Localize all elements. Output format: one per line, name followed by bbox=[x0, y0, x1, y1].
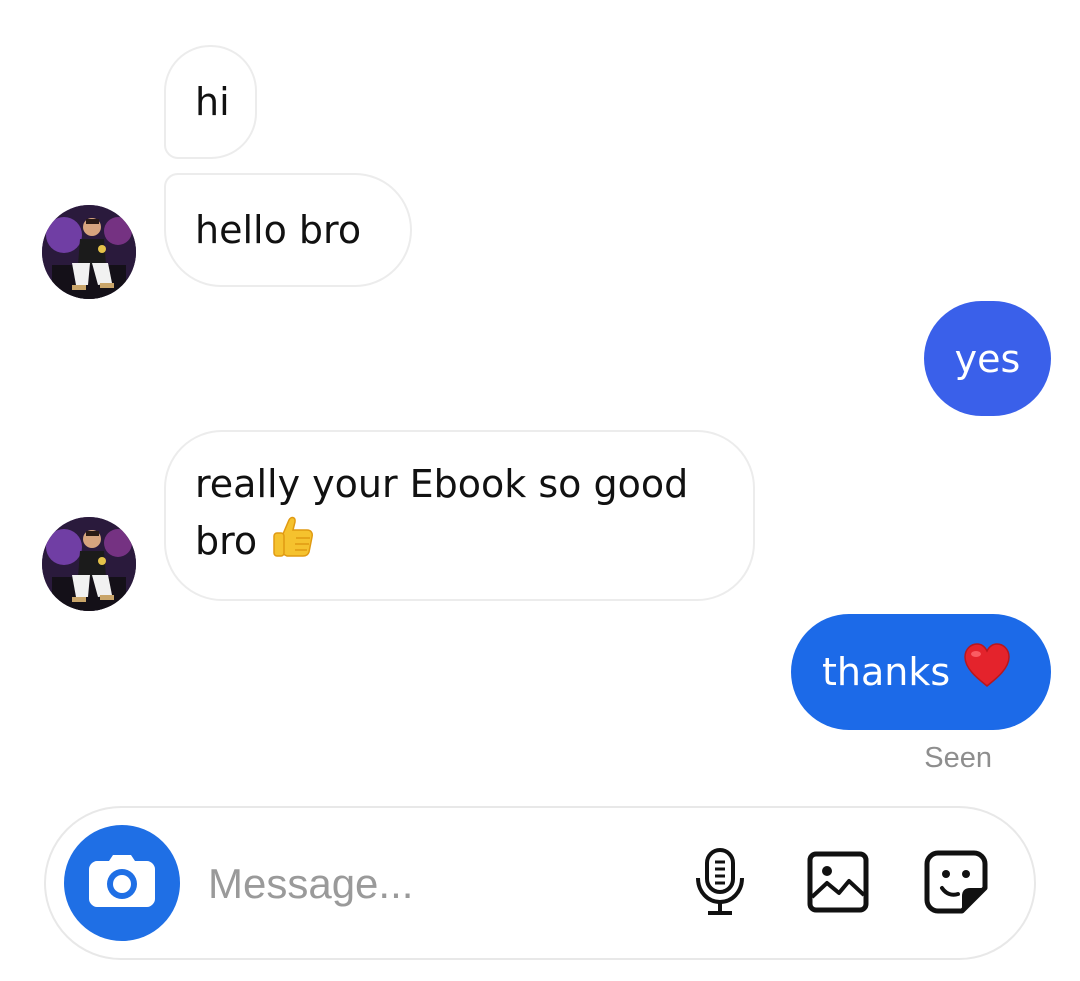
message-bubble-incoming[interactable]: hello bro bbox=[164, 173, 412, 287]
gallery-button[interactable] bbox=[802, 848, 874, 920]
microphone-icon bbox=[693, 848, 747, 920]
voice-message-button[interactable] bbox=[684, 848, 756, 920]
sticker-button[interactable] bbox=[920, 848, 992, 920]
image-icon bbox=[807, 851, 869, 917]
message-bubble-incoming[interactable]: hi bbox=[164, 45, 257, 159]
message-text-line-1: really your Ebook so good bbox=[195, 462, 689, 506]
message-text-line-2: bro bbox=[195, 512, 317, 575]
avatar-photo bbox=[42, 517, 136, 611]
camera-icon bbox=[89, 855, 155, 911]
message-text: hi bbox=[195, 80, 230, 124]
seen-indicator: Seen bbox=[924, 742, 992, 774]
camera-button[interactable] bbox=[64, 825, 180, 941]
avatar[interactable] bbox=[42, 517, 136, 611]
message-bubble-incoming[interactable]: really your Ebook so good bro bbox=[164, 430, 755, 601]
sticker-icon bbox=[924, 850, 988, 918]
chat-screen: hi hello bro yes really your Ebook so go… bbox=[0, 0, 1080, 981]
message-text: hello bro bbox=[195, 208, 362, 252]
message-input[interactable] bbox=[208, 852, 668, 916]
red-heart-icon bbox=[962, 642, 1012, 703]
message-composer bbox=[44, 806, 1036, 960]
thumbs-up-icon bbox=[269, 512, 317, 575]
avatar[interactable] bbox=[42, 205, 136, 299]
message-bubble-outgoing[interactable]: yes bbox=[924, 301, 1051, 416]
message-bubble-outgoing[interactable]: thanks bbox=[791, 614, 1051, 730]
avatar-photo bbox=[42, 205, 136, 299]
message-text: thanks bbox=[822, 650, 951, 694]
message-text: yes bbox=[954, 336, 1021, 381]
